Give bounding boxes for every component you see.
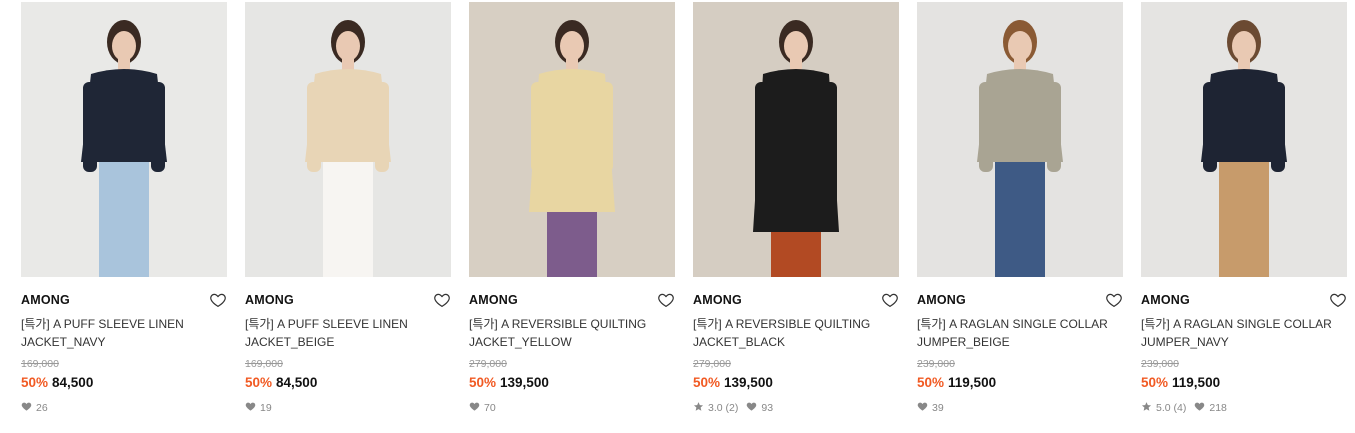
product-name-line2: JACKET_BEIGE (245, 335, 335, 349)
product-name-line2: JACKET_BLACK (693, 335, 786, 349)
product-name-line2: JACKET_YELLOW (469, 335, 572, 349)
price-row: 50% 139,500 (469, 374, 675, 392)
product-card[interactable]: AMONG [특가] A REVERSIBLE QUILTING JACKET_… (469, 2, 675, 415)
sale-price: 84,500 (52, 375, 94, 390)
like-count: 26 (21, 401, 48, 416)
price-row: 50% 119,500 (917, 374, 1123, 392)
product-name-line1: [특가] A RAGLAN SINGLE COLLAR (1141, 317, 1332, 331)
product-name-line2: JACKET_NAVY (21, 335, 106, 349)
product-stats: 5.0 (4) 218 (1141, 401, 1347, 415)
brand-name[interactable]: AMONG (693, 291, 899, 309)
like-count: 218 (1194, 401, 1227, 416)
original-price: 279,000 (469, 358, 507, 370)
wishlist-heart-icon[interactable] (433, 291, 451, 309)
star-icon (693, 401, 708, 416)
product-card[interactable]: AMONG [특가] A PUFF SLEEVE LINEN JACKET_BE… (245, 2, 451, 415)
product-image[interactable] (917, 2, 1123, 277)
product-name[interactable]: [특가] A RAGLAN SINGLE COLLAR JUMPER_NAVY (1141, 315, 1347, 351)
product-card[interactable]: AMONG [특가] A RAGLAN SINGLE COLLAR JUMPER… (1141, 2, 1347, 415)
product-name-line1: [특가] A RAGLAN SINGLE COLLAR (917, 317, 1108, 331)
like-count: 70 (469, 401, 496, 416)
discount-rate: 50% (1141, 375, 1169, 390)
heart-icon (746, 401, 761, 416)
original-price: 239,000 (917, 358, 955, 370)
like-count-value: 70 (484, 402, 496, 414)
product-name-line1: [특가] A PUFF SLEEVE LINEN (245, 317, 408, 331)
product-image[interactable] (469, 2, 675, 277)
product-name-line1: [특가] A REVERSIBLE QUILTING (693, 317, 871, 331)
rating-value: 5.0 (4) (1156, 402, 1187, 414)
product-card[interactable]: AMONG [특가] A PUFF SLEEVE LINEN JACKET_NA… (21, 2, 227, 415)
wishlist-heart-icon[interactable] (881, 291, 899, 309)
product-name[interactable]: [특가] A PUFF SLEEVE LINEN JACKET_NAVY (21, 315, 227, 351)
product-image[interactable] (245, 2, 451, 277)
price-row: 50% 84,500 (245, 374, 451, 392)
discount-rate: 50% (917, 375, 945, 390)
like-count-value: 39 (932, 402, 944, 414)
sale-price: 84,500 (276, 375, 318, 390)
heart-icon (917, 401, 932, 416)
product-name[interactable]: [특가] A REVERSIBLE QUILTING JACKET_YELLOW (469, 315, 675, 351)
product-grid: AMONG [특가] A PUFF SLEEVE LINEN JACKET_NA… (0, 0, 1355, 433)
price-row: 50% 139,500 (693, 374, 899, 392)
product-name-line1: [특가] A REVERSIBLE QUILTING (469, 317, 647, 331)
brand-name[interactable]: AMONG (245, 291, 451, 309)
original-price: 169,000 (21, 358, 59, 370)
wishlist-heart-icon[interactable] (1329, 291, 1347, 309)
product-name-line2: JUMPER_NAVY (1141, 335, 1229, 349)
price-row: 50% 84,500 (21, 374, 227, 392)
product-stats: 26 (21, 401, 227, 415)
product-stats: 3.0 (2) 93 (693, 401, 899, 415)
like-count: 19 (245, 401, 272, 416)
wishlist-heart-icon[interactable] (209, 291, 227, 309)
like-count-value: 93 (761, 402, 774, 414)
product-image[interactable] (693, 2, 899, 277)
star-icon (1141, 401, 1156, 416)
original-price: 169,000 (245, 358, 283, 370)
brand-name[interactable]: AMONG (917, 291, 1123, 309)
rating: 3.0 (2) (693, 401, 738, 416)
product-name[interactable]: [특가] A PUFF SLEEVE LINEN JACKET_BEIGE (245, 315, 451, 351)
product-card[interactable]: AMONG [특가] A RAGLAN SINGLE COLLAR JUMPER… (917, 2, 1123, 415)
like-count-value: 218 (1209, 402, 1227, 414)
rating-value: 3.0 (2) (708, 402, 739, 414)
wishlist-heart-icon[interactable] (1105, 291, 1123, 309)
product-stats: 70 (469, 401, 675, 415)
product-image[interactable] (1141, 2, 1347, 277)
original-price: 279,000 (693, 358, 731, 370)
product-card[interactable]: AMONG [특가] A REVERSIBLE QUILTING JACKET_… (693, 2, 899, 415)
like-count: 39 (917, 401, 944, 416)
product-name-line2: JUMPER_BEIGE (917, 335, 1010, 349)
product-name-line1: [특가] A PUFF SLEEVE LINEN (21, 317, 184, 331)
sale-price: 139,500 (500, 375, 549, 390)
product-name[interactable]: [특가] A RAGLAN SINGLE COLLAR JUMPER_BEIGE (917, 315, 1123, 351)
wishlist-heart-icon[interactable] (657, 291, 675, 309)
like-count: 93 (746, 401, 773, 416)
brand-name[interactable]: AMONG (469, 291, 675, 309)
sale-price: 119,500 (1172, 375, 1221, 390)
discount-rate: 50% (469, 375, 497, 390)
product-stats: 39 (917, 401, 1123, 415)
heart-icon (1194, 401, 1209, 416)
like-count-value: 26 (36, 402, 48, 414)
like-count-value: 19 (260, 402, 272, 414)
original-price: 239,000 (1141, 358, 1179, 370)
sale-price: 139,500 (724, 375, 773, 390)
product-stats: 19 (245, 401, 451, 415)
heart-icon (245, 401, 260, 416)
sale-price: 119,500 (948, 375, 997, 390)
product-image[interactable] (21, 2, 227, 277)
brand-name[interactable]: AMONG (1141, 291, 1347, 309)
discount-rate: 50% (21, 375, 49, 390)
brand-name[interactable]: AMONG (21, 291, 227, 309)
rating: 5.0 (4) (1141, 401, 1186, 416)
discount-rate: 50% (693, 375, 721, 390)
discount-rate: 50% (245, 375, 273, 390)
product-name[interactable]: [특가] A REVERSIBLE QUILTING JACKET_BLACK (693, 315, 899, 351)
heart-icon (21, 401, 36, 416)
price-row: 50% 119,500 (1141, 374, 1347, 392)
heart-icon (469, 401, 484, 416)
